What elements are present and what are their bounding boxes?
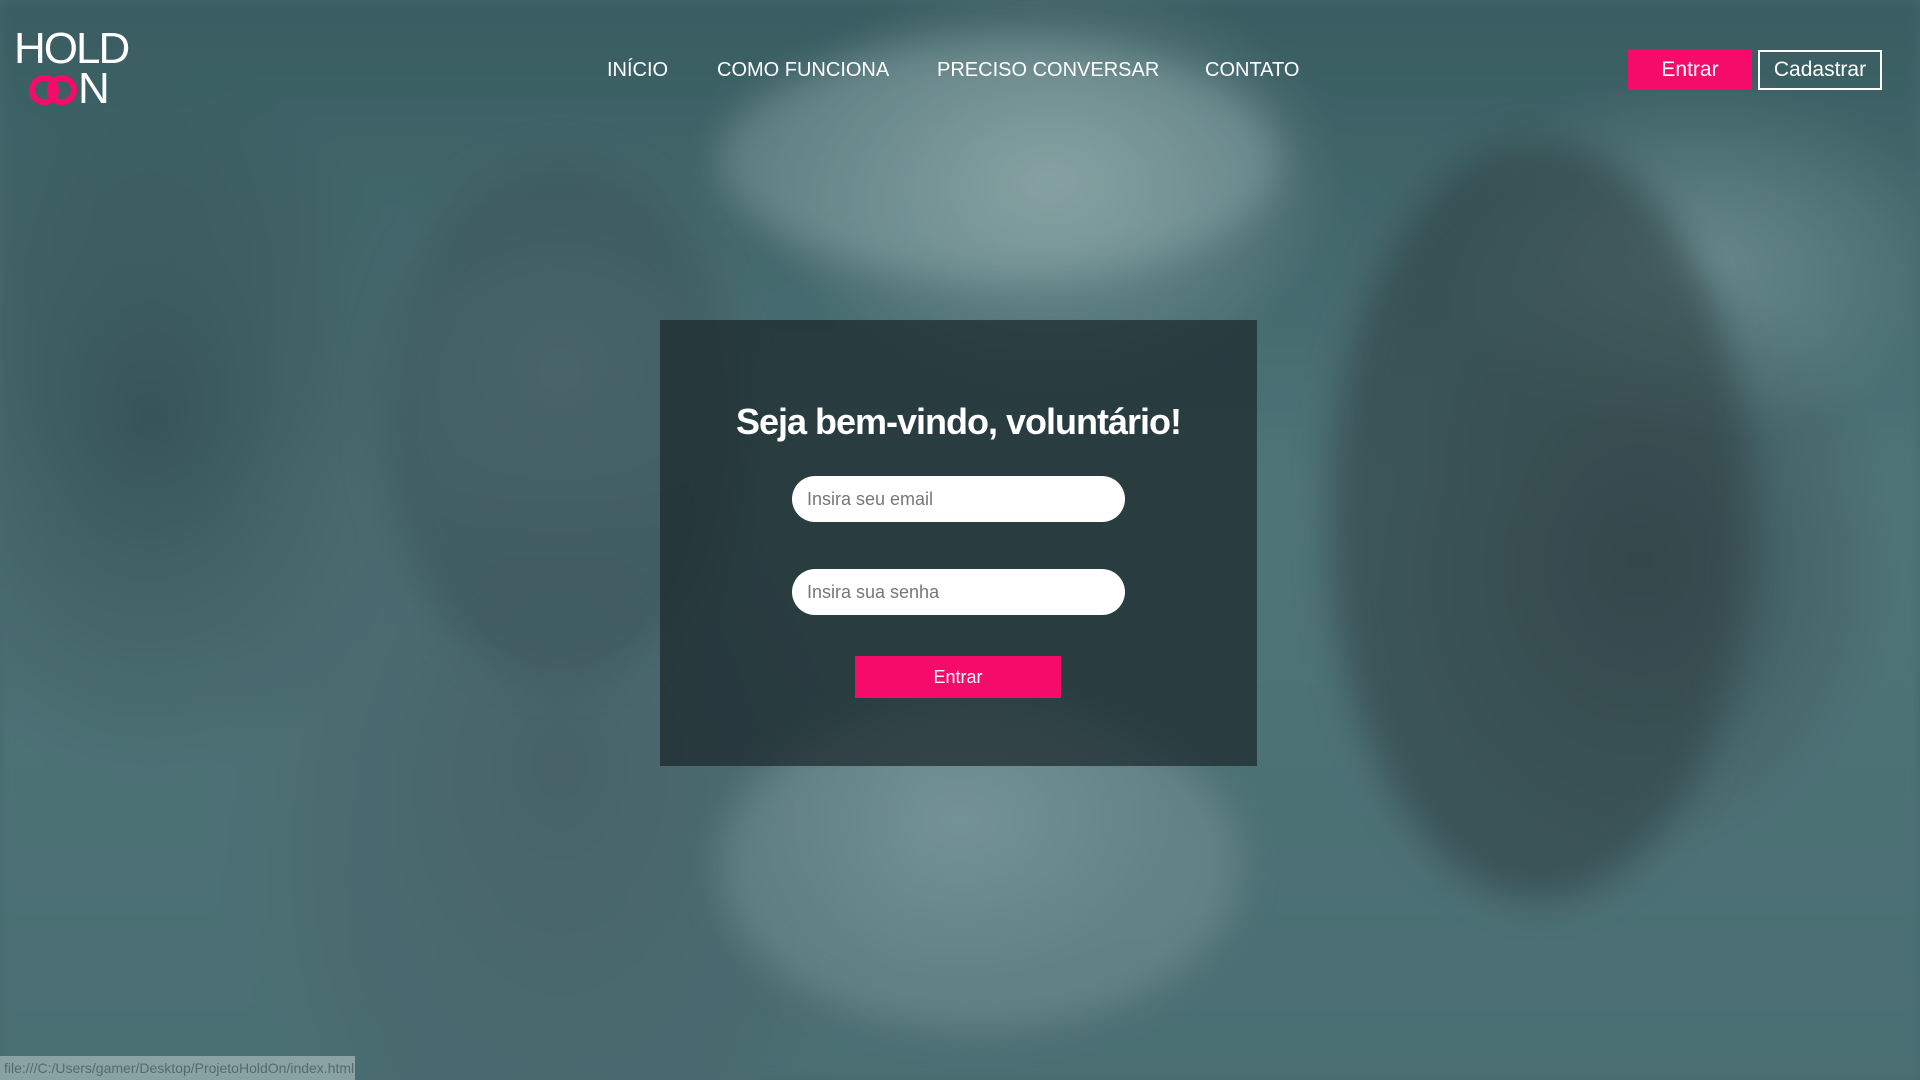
browser-status-url: file:///C:/Users/gamer/Desktop/ProjetoHo… [0,1056,355,1080]
password-input[interactable] [792,569,1125,615]
header-signup-button[interactable]: Cadastrar [1758,50,1882,90]
login-panel: Seja bem-vindo, voluntário! Entrar [660,320,1257,766]
nav-item-inicio[interactable]: INÍCIO [607,56,668,84]
nav-item-preciso-conversar[interactable]: PRECISO CONVERSAR [937,56,1159,84]
login-submit-button[interactable]: Entrar [855,656,1061,698]
header-login-button[interactable]: Entrar [1628,50,1752,90]
nav-item-contato[interactable]: CONTATO [1205,56,1299,84]
email-input[interactable] [792,476,1125,522]
nav-item-como-funciona[interactable]: COMO FUNCIONA [717,56,889,84]
login-title: Seja bem-vindo, voluntário! [735,401,1182,442]
